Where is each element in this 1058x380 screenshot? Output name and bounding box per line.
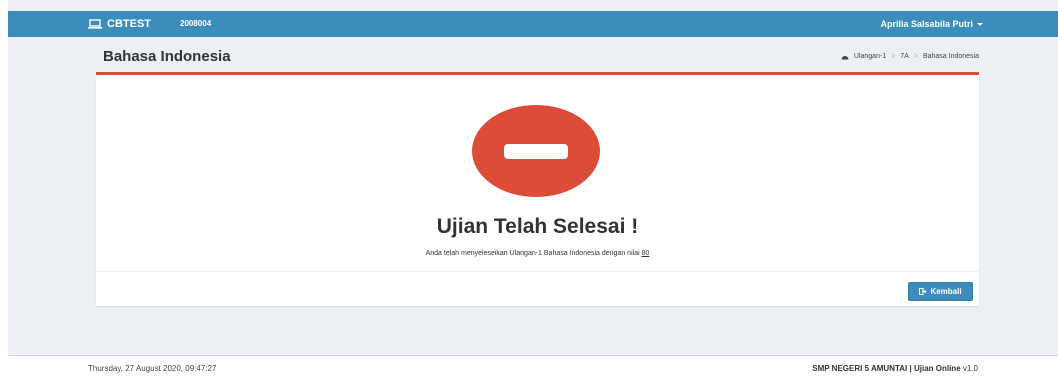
footer-school: SMP NEGERI 5 AMUNTAI — [812, 364, 908, 373]
exam-code: 2008004 — [180, 19, 212, 28]
back-button[interactable]: Kembali — [908, 282, 973, 301]
finish-title: Ujian Telah Selesai ! — [436, 215, 639, 238]
footer-datetime: Thursday, 27 August 2020, 09:47:27 — [88, 364, 217, 373]
footer-app-name: Ujian Online — [913, 364, 961, 373]
user-name: Aprilia Salsabila Putri — [880, 19, 973, 29]
content-header: Bahasa Indonesia Ulangan-1 > 7A > Bahasa… — [96, 46, 979, 72]
score-value: 80 — [641, 250, 650, 257]
breadcrumb-separator: > — [913, 53, 918, 60]
breadcrumb-separator: > — [891, 53, 896, 60]
stop-icon — [472, 105, 600, 197]
footer-credits: SMP NEGERI 5 AMUNTAI | Ujian Online v1.0 — [812, 364, 978, 373]
dashboard-icon — [841, 56, 849, 60]
brand-prefix: CB — [107, 18, 123, 30]
footer-version: v1.0 — [962, 364, 978, 373]
brand-logo[interactable]: CB TEST — [88, 11, 151, 37]
brand-suffix: TEST — [122, 18, 152, 30]
app-frame: CB TEST 2008004 Aprilia Salsabila Putri B… — [8, 0, 1058, 380]
footer-separator: | — [909, 364, 912, 373]
caret-down-icon — [977, 22, 983, 26]
sign-out-icon — [919, 288, 928, 295]
breadcrumb: Ulangan-1 > 7A > Bahasa Indonesia — [841, 53, 979, 60]
stop-bar — [504, 144, 568, 159]
user-menu[interactable]: Aprilia Salsabila Putri — [880, 11, 983, 37]
laptop-icon — [88, 19, 102, 29]
breadcrumb-item-exam[interactable]: Ulangan-1 — [854, 53, 886, 60]
result-box: Ujian Telah Selesai ! Anda telah menyele… — [96, 72, 979, 306]
breadcrumb-item-subject: Bahasa Indonesia — [922, 53, 979, 60]
finish-message-text: Anda telah menyeleseikan Ulangan-1 Bahas… — [425, 250, 640, 257]
back-button-label: Kembali — [930, 287, 962, 296]
page-title: Bahasa Indonesia — [103, 48, 231, 65]
page-footer: Thursday, 27 August 2020, 09:47:27 SMP N… — [8, 355, 1058, 380]
top-navbar: CB TEST 2008004 Aprilia Salsabila Putri — [8, 11, 1058, 37]
result-box-footer: Kembali — [96, 271, 979, 309]
breadcrumb-item-class[interactable]: 7A — [900, 53, 909, 60]
finish-message: Anda telah menyeleseikan Ulangan-1 Bahas… — [96, 250, 979, 257]
